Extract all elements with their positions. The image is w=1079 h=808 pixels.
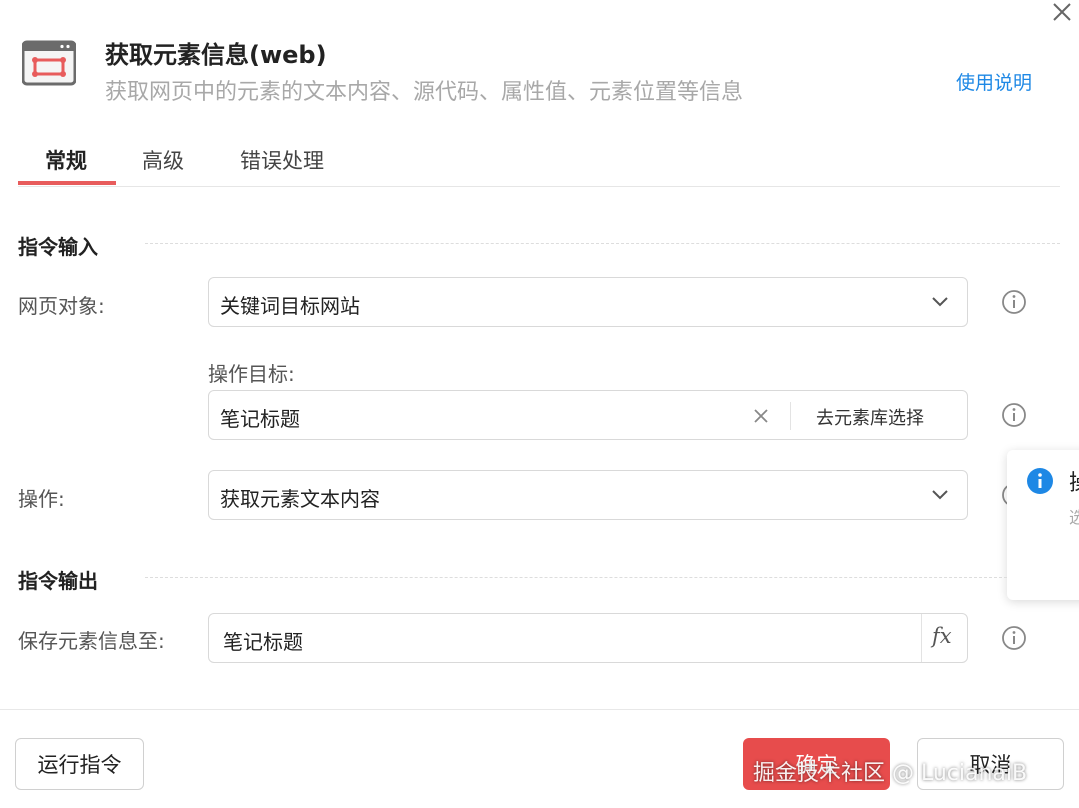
- chevron-down-icon: [932, 297, 948, 307]
- expression-button[interactable]: fx: [921, 614, 967, 662]
- close-button[interactable]: [1050, 0, 1074, 24]
- dialog-title: 获取元素信息(web): [105, 41, 327, 69]
- info-filled-icon: [1027, 468, 1053, 494]
- field-divider: [790, 402, 791, 430]
- footer-divider: [0, 709, 1079, 710]
- tab-general[interactable]: 常规: [45, 145, 87, 175]
- page-object-label: 网页对象:: [18, 294, 105, 318]
- target-value: 笔记标题: [220, 407, 300, 431]
- section-title-input: 指令输入: [18, 235, 98, 259]
- popover-text: 选: [1069, 508, 1079, 527]
- operation-select[interactable]: 获取元素文本内容: [208, 470, 968, 520]
- chevron-down-icon: [932, 490, 948, 500]
- info-popover: 操 选: [1007, 450, 1079, 600]
- info-icon[interactable]: [1001, 625, 1027, 651]
- cancel-button[interactable]: 取消: [917, 738, 1064, 790]
- target-label: 操作目标:: [208, 362, 295, 386]
- tab-error-handling[interactable]: 错误处理: [240, 145, 324, 175]
- page-object-select[interactable]: 关键词目标网站: [208, 277, 968, 327]
- save-to-input[interactable]: 笔记标题 fx: [208, 613, 968, 663]
- active-tab-indicator: [18, 181, 116, 185]
- close-icon: [1053, 3, 1071, 21]
- save-to-label: 保存元素信息至:: [18, 629, 165, 653]
- run-command-button[interactable]: 运行指令: [15, 738, 144, 790]
- info-icon[interactable]: [1001, 289, 1027, 315]
- tab-advanced[interactable]: 高级: [142, 145, 184, 175]
- popover-title: 操: [1069, 465, 1079, 497]
- help-link[interactable]: 使用说明: [956, 68, 1032, 95]
- info-icon[interactable]: [1001, 402, 1027, 428]
- fx-icon: fx: [932, 624, 952, 648]
- element-library-button[interactable]: 去元素库选择: [816, 404, 924, 430]
- operation-value: 获取元素文本内容: [220, 487, 380, 511]
- section-divider: [145, 577, 1007, 578]
- page-object-value: 关键词目标网站: [220, 294, 360, 318]
- save-to-value: 笔记标题: [223, 630, 303, 654]
- dialog-subtitle: 获取网页中的元素的文本内容、源代码、属性值、元素位置等信息: [105, 80, 744, 105]
- target-input[interactable]: 笔记标题 去元素库选择: [208, 390, 968, 440]
- tab-bar: 常规 高级 错误处理: [18, 140, 1060, 187]
- confirm-button[interactable]: 确定: [743, 738, 890, 790]
- browser-element-icon: [21, 40, 77, 86]
- operation-label: 操作:: [18, 487, 65, 511]
- section-divider: [145, 243, 1060, 244]
- clear-icon[interactable]: [751, 406, 771, 426]
- section-title-output: 指令输出: [18, 569, 98, 593]
